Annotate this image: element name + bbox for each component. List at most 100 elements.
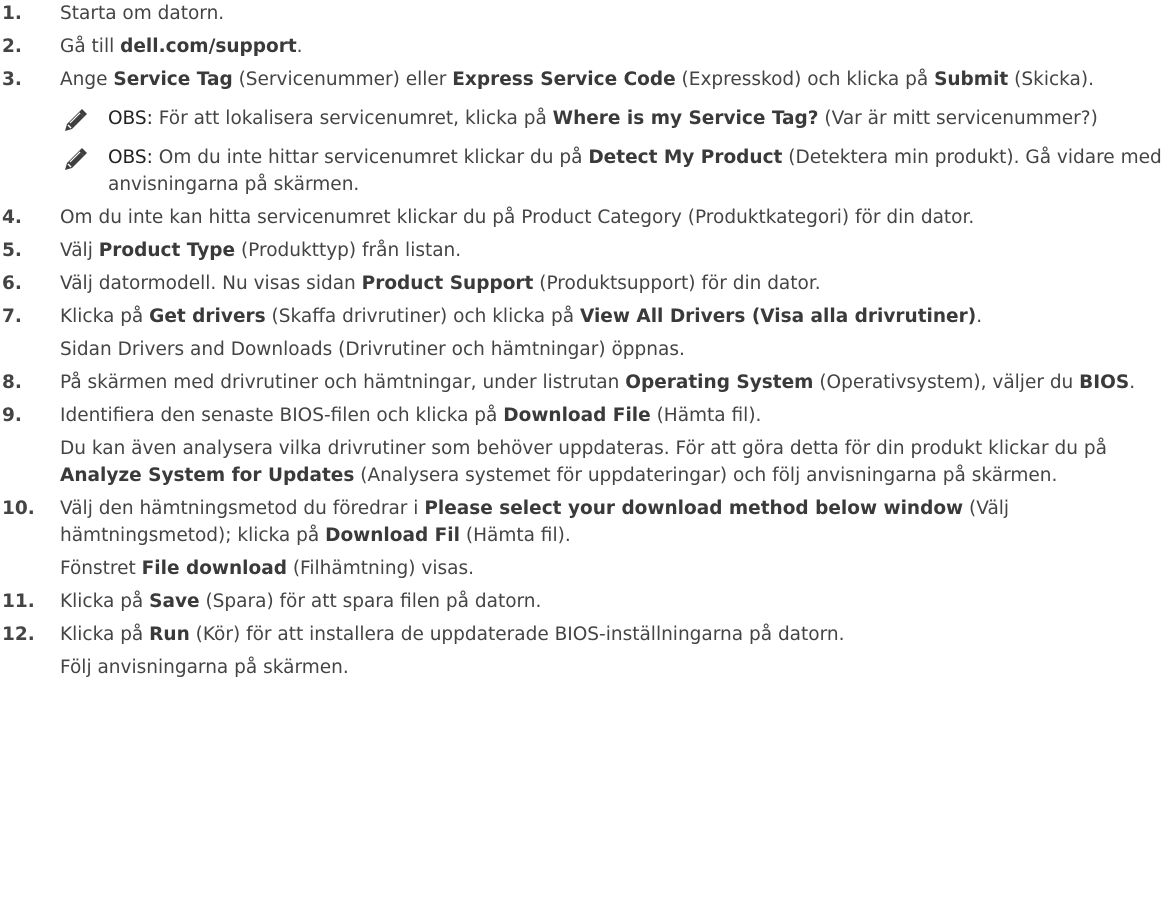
note-pencil-icon	[62, 147, 88, 173]
step-item: 12. Klicka på Run (Kör) för att installer…	[0, 621, 1165, 681]
text-segment: (Servicenummer) eller	[232, 69, 453, 90]
step-number: 11.	[2, 591, 35, 612]
note-pencil-icon	[62, 108, 88, 134]
text-segment: (Var är mitt servicenummer?)	[818, 108, 1098, 129]
step-text: Välj datormodell. Nu visas sidan Product…	[60, 270, 1165, 297]
text-segment: Identifiera den senaste BIOS-filen och k…	[60, 405, 504, 426]
text-segment: Om du inte hittar servicenumret klickar …	[152, 147, 589, 168]
step-text: Gå till dell.com/support.	[60, 33, 1165, 60]
note-label: OBS:	[108, 108, 153, 129]
step-text: Om du inte kan hitta servicenumret klick…	[60, 204, 1165, 231]
step-number: 9.	[2, 405, 22, 426]
text-segment: (Skaffa drivrutiner) och klicka på	[265, 306, 580, 327]
ui-term: Express Service Code	[452, 69, 676, 90]
step-item: 8. På skärmen med drivrutiner och hämtnin…	[0, 369, 1165, 396]
text-segment: Ange	[60, 69, 114, 90]
text-segment: (Operativsystem), väljer du	[813, 372, 1080, 393]
step-number: 4.	[2, 207, 22, 228]
text-segment: För att lokalisera servicenumret, klicka…	[152, 108, 553, 129]
step-text: Klicka på Save (Spara) för att spara fil…	[60, 588, 1165, 615]
note-callout: OBS: För att lokalisera servicenumret, k…	[60, 105, 1163, 134]
step-text: Identifiera den senaste BIOS-filen och k…	[60, 402, 1165, 429]
ui-term: Submit	[934, 69, 1009, 90]
step-text: Sidan Drivers and Downloads (Drivrutiner…	[60, 336, 1165, 363]
text-segment: Gå till	[60, 36, 121, 57]
ui-term: BIOS	[1079, 372, 1130, 393]
step-item: 6. Välj datormodell. Nu visas sidan Produ…	[0, 270, 1165, 297]
text-segment: (Kör) för att installera de uppdaterade …	[189, 624, 845, 645]
ui-term: Run	[149, 624, 190, 645]
ui-term: Save	[149, 591, 200, 612]
step-item: 4. Om du inte kan hitta servicenumret kli…	[0, 204, 1165, 231]
step-item: 3. Ange Service Tag (Servicenummer) eller…	[0, 66, 1165, 198]
step-number: 6.	[2, 273, 22, 294]
text-segment: Välj datormodell. Nu visas sidan	[60, 273, 362, 294]
text-segment: Sidan Drivers and Downloads (Drivrutiner…	[60, 339, 685, 360]
text-segment: Välj	[60, 240, 99, 261]
step-item: 9. Identifiera den senaste BIOS-filen och…	[0, 402, 1165, 489]
step-number: 3.	[2, 69, 22, 90]
step-text: Välj Product Type (Produkttyp) från list…	[60, 237, 1165, 264]
text-segment: Klicka på	[60, 591, 150, 612]
step-item: 2. Gå till dell.com/support.	[0, 33, 1165, 60]
step-text: På skärmen med drivrutiner och hämtninga…	[60, 369, 1165, 396]
text-segment: Välj den hämtningsmetod du föredrar i	[60, 498, 425, 519]
text-segment: (Spara) för att spara filen på datorn.	[199, 591, 542, 612]
step-number: 7.	[2, 306, 22, 327]
text-segment: (Produktsupport) för din dator.	[533, 273, 821, 294]
ui-term: Get drivers	[149, 306, 266, 327]
step-text: Ange Service Tag (Servicenummer) eller E…	[60, 66, 1165, 93]
text-segment: Om du inte kan hitta servicenumret klick…	[60, 207, 975, 228]
step-text: Klicka på Run (Kör) för att installera d…	[60, 621, 1165, 648]
ui-term: Download File	[503, 405, 651, 426]
text-segment: (Expresskod) och klicka på	[675, 69, 935, 90]
step-number: 8.	[2, 372, 22, 393]
step-item: 11. Klicka på Save (Spara) för att spara …	[0, 588, 1165, 615]
ui-term: Operating System	[625, 372, 814, 393]
text-segment: Klicka på	[60, 624, 150, 645]
text-segment: Följ anvisningarna på skärmen.	[60, 657, 349, 678]
text-segment: Fönstret	[60, 558, 142, 579]
ui-term: dell.com/support	[120, 36, 297, 57]
ui-term: Product Support	[361, 273, 534, 294]
text-segment: (Analysera systemet för uppdateringar) o…	[354, 465, 1058, 486]
step-number: 10.	[2, 498, 35, 519]
ui-term: Where is my Service Tag?	[552, 108, 819, 129]
ui-term: View All Drivers (Visa alla drivrutiner)	[579, 306, 977, 327]
text-segment: .	[1129, 372, 1136, 393]
ui-term: Detect My Product	[588, 147, 783, 168]
text-segment: (Produkttyp) från listan.	[235, 240, 462, 261]
step-number: 2.	[2, 36, 22, 57]
text-segment: (Filhämtning) visas.	[286, 558, 474, 579]
step-text: Fönstret File download (Filhämtning) vis…	[60, 555, 1165, 582]
step-text: Du kan även analysera vilka drivrutiner …	[60, 435, 1165, 489]
step-item: 7. Klicka på Get drivers (Skaffa drivruti…	[0, 303, 1165, 363]
text-segment: .	[976, 306, 983, 327]
ui-term: Please select your download method below…	[424, 498, 964, 519]
note-label: OBS:	[108, 147, 153, 168]
text-segment: Klicka på	[60, 306, 150, 327]
step-text: Välj den hämtningsmetod du föredrar i Pl…	[60, 495, 1165, 549]
text-segment: .	[296, 36, 303, 57]
step-number: 1.	[2, 3, 22, 24]
step-item: 10. Välj den hämtningsmetod du föredrar i…	[0, 495, 1165, 582]
ui-term: File download	[141, 558, 287, 579]
ui-term: Analyze System for Updates	[60, 465, 355, 486]
step-number: 5.	[2, 240, 22, 261]
text-segment: Starta om datorn.	[60, 3, 225, 24]
instruction-document: 1. Starta om datorn. 2. Gå till dell.com/su…	[0, 0, 1175, 681]
step-text: Starta om datorn.	[60, 0, 1165, 27]
step-text: Följ anvisningarna på skärmen.	[60, 654, 1165, 681]
step-item: 5. Välj Product Type (Produkttyp) från li…	[0, 237, 1165, 264]
text-segment: (Hämta fil).	[459, 525, 571, 546]
step-text: Klicka på Get drivers (Skaffa drivrutine…	[60, 303, 1165, 330]
ui-term: Product Type	[98, 240, 236, 261]
step-number: 12.	[2, 624, 35, 645]
text-segment: (Skicka).	[1008, 69, 1094, 90]
ui-term: Service Tag	[113, 69, 233, 90]
note-callout: OBS: Om du inte hittar servicenumret kli…	[60, 144, 1163, 198]
text-segment: (Hämta fil).	[650, 405, 762, 426]
text-segment: På skärmen med drivrutiner och hämtninga…	[60, 372, 626, 393]
text-segment: Du kan även analysera vilka drivrutiner …	[60, 438, 1107, 459]
ui-term: Download Fil	[325, 525, 460, 546]
